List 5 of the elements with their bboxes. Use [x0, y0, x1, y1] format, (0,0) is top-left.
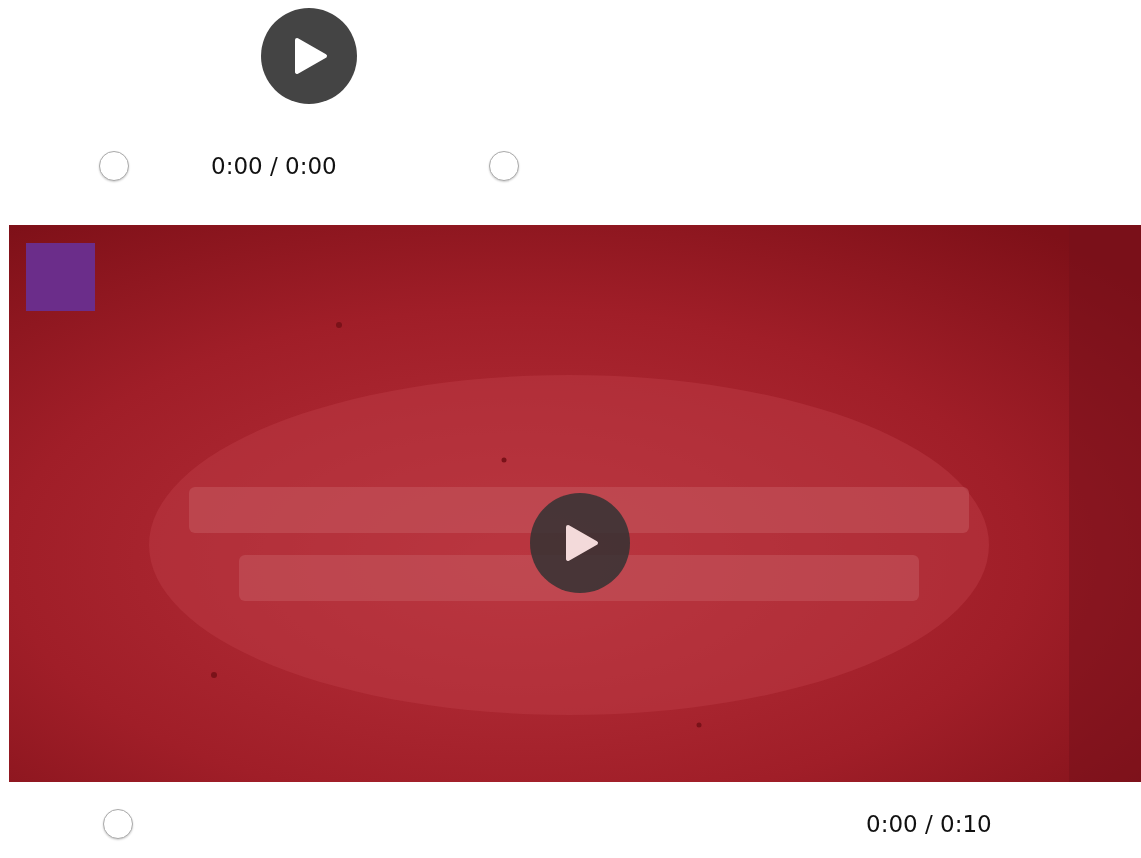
time-display: 0:00 / 0:00: [211, 153, 337, 179]
slider-handle[interactable]: [99, 151, 129, 181]
time-display: 0:00 / 0:10: [866, 811, 992, 837]
slider-handle[interactable]: [103, 809, 133, 839]
slider-handle[interactable]: [488, 151, 519, 181]
